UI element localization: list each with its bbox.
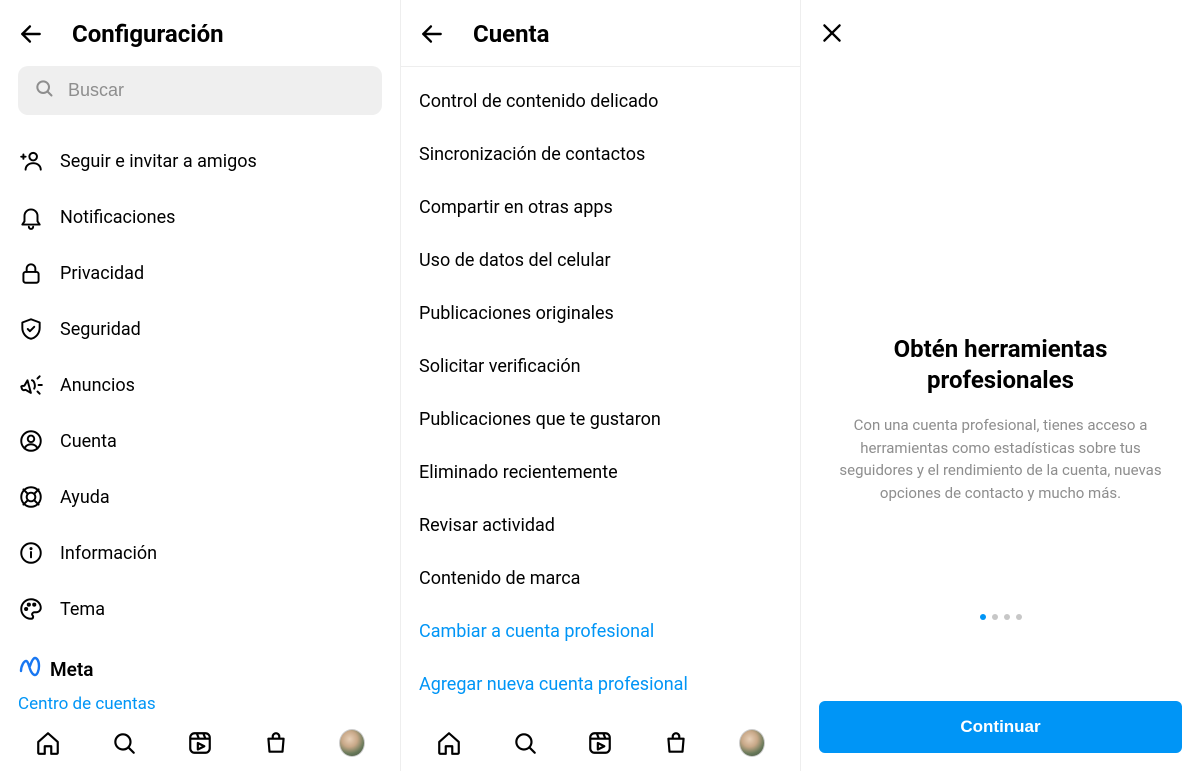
settings-menu: Seguir e invitar a amigos Notificaciones…	[18, 133, 382, 637]
reels-icon[interactable]	[187, 730, 213, 756]
menu-item-ads[interactable]: Anuncios	[18, 357, 382, 413]
dot-1	[980, 614, 986, 620]
dot-4	[1016, 614, 1022, 620]
settings-title: Configuración	[72, 20, 224, 48]
account-item-cellular-data[interactable]: Uso de datos del celular	[419, 234, 782, 287]
menu-item-notifications[interactable]: Notificaciones	[18, 189, 382, 245]
back-arrow-icon[interactable]	[18, 21, 44, 47]
bell-icon	[18, 204, 44, 230]
menu-item-label: Seguridad	[60, 319, 141, 340]
profile-avatar[interactable]	[339, 730, 365, 756]
menu-item-follow-invite[interactable]: Seguir e invitar a amigos	[18, 133, 382, 189]
professional-title: Obtén herramientas profesionales	[829, 334, 1172, 396]
profile-avatar[interactable]	[739, 730, 765, 756]
megaphone-icon	[18, 372, 44, 398]
info-icon	[18, 540, 44, 566]
professional-top-bar	[819, 0, 1182, 64]
menu-item-label: Tema	[60, 599, 105, 620]
menu-item-security[interactable]: Seguridad	[18, 301, 382, 357]
shop-icon[interactable]	[263, 730, 289, 756]
search-icon	[34, 78, 54, 103]
settings-panel: Configuración Seguir e invitar a amigos …	[0, 0, 400, 771]
user-circle-icon	[18, 428, 44, 454]
continue-button[interactable]: Continuar	[819, 701, 1182, 753]
menu-item-label: Privacidad	[60, 263, 144, 284]
meta-logo-icon	[18, 655, 42, 684]
search-box[interactable]	[18, 66, 382, 115]
close-icon[interactable]	[819, 20, 845, 46]
professional-body: Obtén herramientas profesionales Con una…	[819, 64, 1182, 701]
menu-item-label: Notificaciones	[60, 207, 175, 228]
account-item-liked-posts[interactable]: Publicaciones que te gustaron	[419, 393, 782, 446]
meta-label: Meta	[50, 658, 93, 681]
search-nav-icon[interactable]	[111, 730, 137, 756]
menu-item-info[interactable]: Información	[18, 525, 382, 581]
palette-icon	[18, 596, 44, 622]
account-item-sensitive-content[interactable]: Control de contenido delicado	[419, 75, 782, 128]
search-input[interactable]	[68, 80, 366, 101]
home-icon[interactable]	[436, 730, 462, 756]
switch-professional-link[interactable]: Cambiar a cuenta profesional	[419, 605, 782, 658]
account-item-share-apps[interactable]: Compartir en otras apps	[419, 181, 782, 234]
accounts-center-link[interactable]: Centro de cuentas	[18, 694, 382, 714]
menu-item-label: Seguir e invitar a amigos	[60, 151, 257, 172]
menu-item-account[interactable]: Cuenta	[18, 413, 382, 469]
account-item-branded-content[interactable]: Contenido de marca	[419, 552, 782, 605]
menu-item-label: Anuncios	[60, 375, 135, 396]
add-professional-link[interactable]: Agregar nueva cuenta profesional	[419, 658, 782, 711]
lifebuoy-icon	[18, 484, 44, 510]
dot-3	[1004, 614, 1010, 620]
bottom-nav	[0, 715, 400, 771]
add-friend-icon	[18, 148, 44, 174]
account-top-bar: Cuenta	[419, 0, 782, 66]
account-item-contacts-sync[interactable]: Sincronización de contactos	[419, 128, 782, 181]
menu-item-label: Cuenta	[60, 431, 117, 452]
account-item-review-activity[interactable]: Revisar actividad	[419, 499, 782, 552]
menu-item-privacy[interactable]: Privacidad	[18, 245, 382, 301]
account-item-request-verification[interactable]: Solicitar verificación	[419, 340, 782, 393]
meta-brand-row: Meta	[18, 655, 382, 684]
dot-2	[992, 614, 998, 620]
menu-item-label: Ayuda	[60, 487, 110, 508]
shop-icon[interactable]	[663, 730, 689, 756]
account-item-original-posts[interactable]: Publicaciones originales	[419, 287, 782, 340]
settings-top-bar: Configuración	[18, 0, 382, 66]
bottom-nav	[401, 715, 800, 771]
page-dots	[980, 614, 1022, 620]
professional-tools-panel: Obtén herramientas profesionales Con una…	[800, 0, 1200, 771]
professional-description: Con una cuenta profesional, tienes acces…	[829, 414, 1172, 504]
account-panel: Cuenta Control de contenido delicado Sin…	[400, 0, 800, 771]
account-menu: Control de contenido delicado Sincroniza…	[419, 67, 782, 711]
account-title: Cuenta	[473, 20, 550, 48]
back-arrow-icon[interactable]	[419, 21, 445, 47]
account-item-recently-deleted[interactable]: Eliminado recientemente	[419, 446, 782, 499]
menu-item-label: Información	[60, 543, 157, 564]
menu-item-help[interactable]: Ayuda	[18, 469, 382, 525]
shield-icon	[18, 316, 44, 342]
lock-icon	[18, 260, 44, 286]
search-nav-icon[interactable]	[512, 730, 538, 756]
reels-icon[interactable]	[587, 730, 613, 756]
home-icon[interactable]	[35, 730, 61, 756]
menu-item-theme[interactable]: Tema	[18, 581, 382, 637]
